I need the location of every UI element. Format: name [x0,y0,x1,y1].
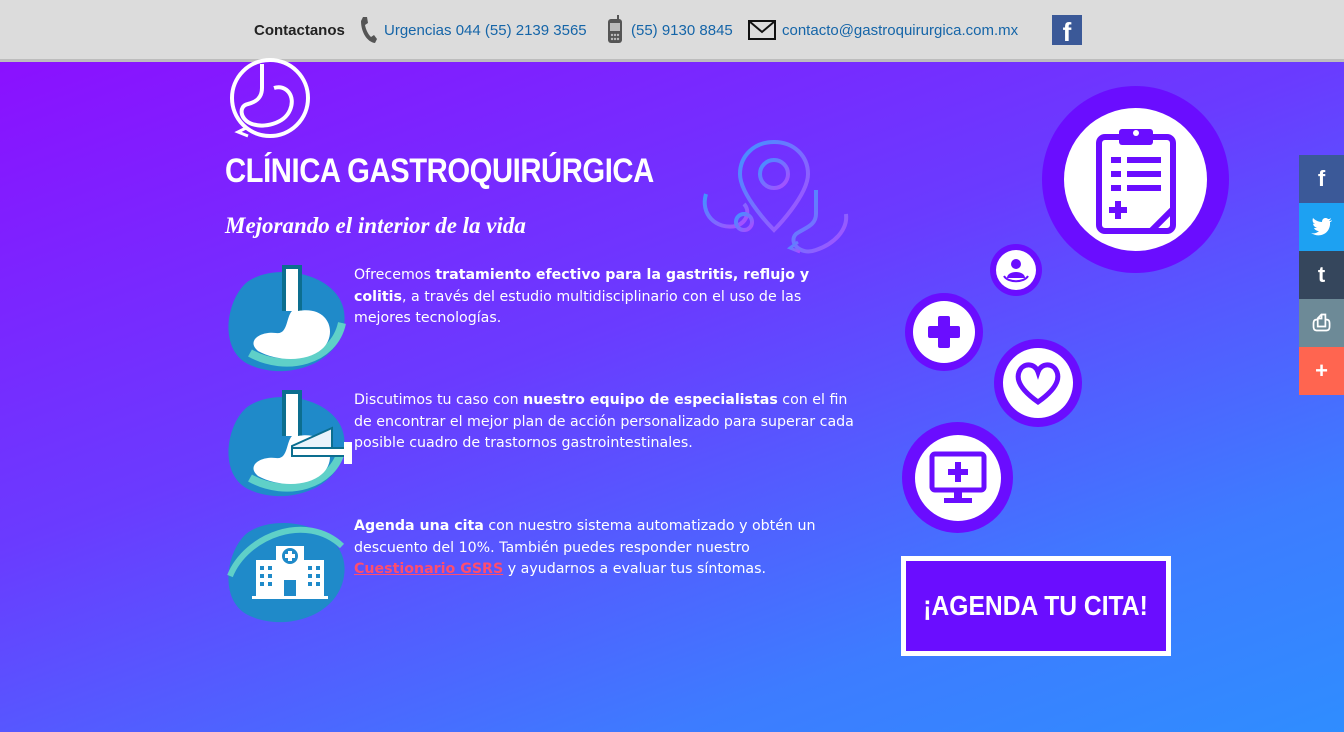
clinic-logo-icon [230,58,310,138]
doctor-circle [990,244,1042,296]
gsrs-questionnaire-link[interactable]: Cuestionario GSRS [354,561,503,577]
clipboard-icon [1095,128,1176,234]
mobile-phone-item[interactable]: (55) 9130 8845 [605,0,733,60]
emergency-phone-item[interactable]: Urgencias 044 (55) 2139 3565 [358,0,587,60]
clipboard-circle [1042,86,1229,273]
feature-appointment-text: Agenda una cita con nuestro sistema auto… [354,518,816,577]
mobile-phone-icon [608,15,622,43]
stomach-icon [228,265,346,372]
share-twitter-button[interactable] [1299,203,1344,251]
page-title: CLÍNICA GASTROQUIRÚRGICA [225,152,654,190]
phone-icon [361,17,377,43]
plus-icon: + [1315,358,1328,383]
emergency-phone-link[interactable]: Urgencias 044 (55) 2139 3565 [384,22,587,39]
feature-specialists-text: Discutimos tu caso con nuestro equipo de… [354,392,854,451]
heart-icon [1015,362,1061,406]
monitor-circle [902,422,1013,533]
mail-icon [748,20,776,40]
share-sidebar: f t ⎙ + [1299,155,1344,395]
share-more-button[interactable]: + [1299,347,1344,395]
book-appointment-label: ¡AGENDA TU CITA! [923,590,1149,621]
email-item[interactable]: contacto@gastroquirurgica.com.mx [748,0,1018,60]
share-facebook-button[interactable]: f [1299,155,1344,203]
medical-cross-icon [928,316,960,348]
monitor-icon [929,451,986,503]
top-contact-bar: Contactanos Urgencias 044 (55) 2139 3565… [0,0,1344,62]
heart-circle [994,339,1082,427]
medical-cross-circle [905,293,983,371]
twitter-icon [1310,218,1332,236]
contact-label: Contactanos [254,21,345,39]
feature-treatment-text: Ofrecemos tratamiento efectivo para la g… [354,267,810,326]
tagline: Mejorando el interior de la vida [225,213,526,238]
location-pin-stethoscope-icon [702,139,849,254]
facebook-icon: f [1317,166,1326,191]
doctor-icon [1003,259,1029,283]
print-icon: ⎙ [1312,310,1331,335]
book-appointment-button[interactable]: ¡AGENDA TU CITA! [901,556,1171,656]
facebook-icon[interactable]: f [1052,15,1082,45]
endoscopy-icon [228,390,352,497]
share-tumblr-button[interactable]: t [1299,251,1344,299]
email-link[interactable]: contacto@gastroquirurgica.com.mx [782,22,1018,39]
print-button[interactable]: ⎙ [1299,299,1344,347]
mobile-phone-link[interactable]: (55) 9130 8845 [631,22,733,39]
tumblr-icon: t [1317,262,1326,287]
hospital-icon [227,523,345,623]
